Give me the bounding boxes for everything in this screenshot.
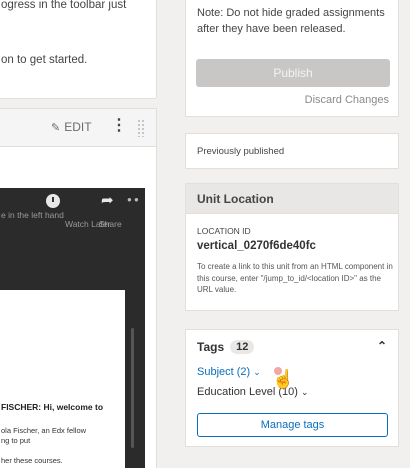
notice-text-line-2: on to get started.: [1, 54, 88, 66]
tags-count-badge: 12: [230, 340, 255, 354]
component-header: ✎ EDIT ⋮: [0, 109, 156, 147]
transcript-scrollbar[interactable]: [131, 328, 134, 448]
slide-text-line: ng to put: [1, 436, 31, 445]
tags-title-label: Tags: [197, 340, 225, 354]
getting-started-notice: ogress in the toolbar just on to get sta…: [0, 0, 157, 99]
tag-group-subject[interactable]: Subject (2) ⌄: [197, 366, 261, 378]
manage-tags-button[interactable]: Manage tags: [197, 413, 388, 437]
share-label[interactable]: Share: [99, 219, 122, 229]
video-component: ✎ EDIT ⋮ ➦ ● ● e in the left hand Watch …: [0, 108, 157, 468]
publish-button[interactable]: Publish: [196, 59, 390, 87]
kebab-icon[interactable]: ⋮: [111, 118, 127, 134]
location-id-value: vertical_0270f6de40fc: [197, 240, 316, 252]
slide-heading: FISCHER: Hi, welcome to: [1, 402, 104, 412]
chevron-down-icon: ⌄: [300, 387, 309, 397]
clock-icon[interactable]: [46, 194, 60, 208]
chevron-down-icon: ⌄: [253, 367, 261, 377]
unit-location-card: Unit Location LOCATION ID vertical_0270f…: [185, 183, 399, 311]
hand-cursor-icon: ☝: [272, 369, 295, 389]
publish-note: Note: Do not hide graded assignments aft…: [197, 7, 385, 35]
chevron-up-icon[interactable]: ⌃: [377, 339, 387, 353]
notice-text-line-1: ogress in the toolbar just: [1, 0, 127, 11]
drag-handle-icon[interactable]: [137, 119, 145, 137]
edit-label: EDIT: [64, 120, 92, 134]
pencil-icon: ✎: [51, 121, 61, 134]
slide-text-line: her these courses.: [1, 456, 63, 465]
video-player[interactable]: ➦ ● ● e in the left hand Watch Later Sha…: [0, 188, 145, 468]
tags-card: Tags 12 ⌃ Subject (2) ⌄ Education Level …: [185, 329, 399, 447]
tag-group-subject-label: Subject (2): [197, 366, 251, 378]
discard-changes-link[interactable]: Discard Changes: [305, 94, 389, 106]
video-caption-text: e in the left hand: [1, 210, 64, 220]
share-icon[interactable]: ➦: [101, 191, 114, 209]
publish-status-card: Previously published: [185, 133, 399, 169]
unit-location-title: Unit Location: [197, 192, 274, 206]
edit-button[interactable]: ✎ EDIT: [51, 120, 92, 134]
location-id-label: LOCATION ID: [197, 226, 251, 236]
unit-location-header: Unit Location: [186, 184, 398, 214]
location-help-text: To create a link to this unit from an HT…: [197, 262, 393, 294]
publish-card: Note: Do not hide graded assignments aft…: [185, 0, 399, 117]
slide-text-line: ola Fischer, an Edx fellow: [1, 426, 87, 435]
tags-title: Tags 12: [197, 340, 255, 354]
publish-status-text: Previously published: [197, 146, 285, 157]
video-slide: FISCHER: Hi, welcome to ola Fischer, an …: [0, 290, 125, 468]
video-menu-icon[interactable]: ● ●: [127, 195, 139, 204]
